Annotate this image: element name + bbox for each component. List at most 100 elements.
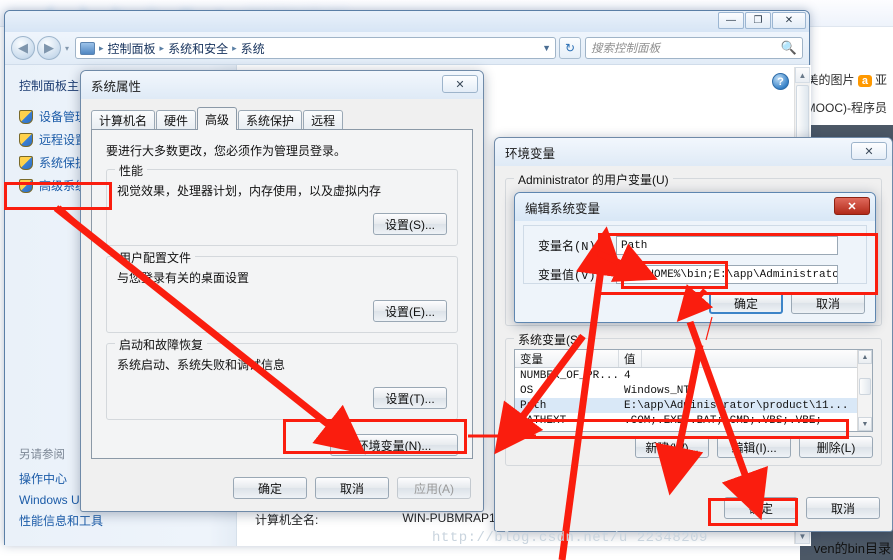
- admin-required-text: 要进行大多数更改，您必须作为管理员登录。: [106, 144, 347, 158]
- overlay-note: ven的bin目录: [813, 541, 891, 556]
- user-profiles-settings-button[interactable]: 设置(E)...: [373, 300, 447, 322]
- list-scrollbar[interactable]: ▲ ▼: [857, 350, 872, 431]
- search-input[interactable]: 搜索控制面板 🔍: [585, 37, 803, 59]
- tab-computer-name[interactable]: 计算机名: [91, 110, 156, 130]
- system-properties-footer: 确定 取消 应用(A): [233, 477, 471, 499]
- variable-name-input[interactable]: Path: [616, 236, 838, 255]
- breadcrumb-separator-icon: ▸: [99, 42, 104, 53]
- environment-variables-titlebar[interactable]: 环境变量 ✕: [495, 138, 892, 166]
- search-icon: 🔍: [780, 40, 797, 55]
- minimize-button[interactable]: —: [718, 12, 744, 29]
- maximize-button[interactable]: ❐: [745, 12, 771, 29]
- amazon-icon: a: [857, 75, 872, 87]
- startup-recovery-settings-button[interactable]: 设置(T)...: [373, 387, 447, 409]
- system-properties-dialog: 系统属性 ✕ 计算机名 硬件 高级 系统保护 远程 要进行大多数更改，您必须作为…: [80, 70, 484, 512]
- back-button[interactable]: ◀: [11, 36, 35, 60]
- new-variable-button[interactable]: 新建(W)...: [635, 436, 709, 458]
- advanced-tab-panel: 要进行大多数更改，您必须作为管理员登录。 性能 视觉效果，处理器计划，内存使用，…: [91, 129, 473, 459]
- system-properties-title: 系统属性: [91, 79, 142, 94]
- control-panel-navbar: ◀ ▶ ▾ ▸ 控制面板 ▸ 系统和安全 ▸ 系统 ▼ ↻ 搜索控制面板 🔍: [5, 32, 809, 65]
- row-variable-name: OS: [520, 384, 534, 397]
- refresh-button[interactable]: ↻: [559, 37, 581, 59]
- apply-button: 应用(A): [397, 477, 471, 499]
- startup-recovery-legend: 启动和故障恢复: [115, 336, 208, 353]
- help-icon[interactable]: ?: [772, 73, 789, 90]
- tab-system-protection[interactable]: 系统保护: [238, 110, 303, 130]
- edit-system-variable-title: 编辑系统变量: [525, 201, 601, 216]
- close-button[interactable]: ✕: [772, 12, 806, 29]
- watermark: http://blog.csdn.net/u 22348209: [432, 530, 708, 546]
- scroll-up-icon[interactable]: ▲: [858, 350, 872, 364]
- cancel-button[interactable]: 取消: [806, 497, 880, 519]
- edit-variable-panel: 变量名(N): Path 变量值(V): %M2_HOME%\bin;E:\ap…: [523, 225, 867, 284]
- variable-name-label: 变量名(N):: [538, 240, 603, 254]
- table-row[interactable]: NUMBER_OF_PR... 4: [515, 368, 872, 383]
- search-placeholder: 搜索控制面板: [591, 43, 660, 55]
- address-dropdown-icon[interactable]: ▼: [542, 43, 551, 53]
- edit-system-variable-dialog: 编辑系统变量 ✕ 变量名(N): Path 变量值(V): %M2_HOME%\…: [514, 192, 876, 323]
- edit-system-variable-footer: 确定 取消: [709, 292, 865, 314]
- browser-right-text-1: 美的图片 a亚: [806, 73, 887, 87]
- startup-recovery-button-row: 设置(T)...: [117, 387, 447, 409]
- variable-value-row: 变量值(V): %M2_HOME%\bin;E:\app\Administrat…: [538, 265, 866, 284]
- amazon-label: 亚: [874, 73, 887, 87]
- table-row[interactable]: OS Windows_NT: [515, 383, 872, 398]
- breadcrumb-separator-icon-2: ▸: [159, 42, 165, 53]
- performance-settings-button[interactable]: 设置(S)...: [373, 213, 447, 235]
- system-variables-list[interactable]: 变量 值 NUMBER_OF_PR... 4 OS Windows_NT Pat…: [514, 349, 873, 432]
- cancel-button[interactable]: 取消: [791, 292, 865, 314]
- scroll-up-icon[interactable]: ▲: [795, 67, 810, 83]
- address-bar[interactable]: ▸ 控制面板 ▸ 系统和安全 ▸ 系统 ▼: [75, 37, 556, 59]
- table-row-path-selected[interactable]: Path E:\app\Administrator\product\11...: [515, 398, 872, 413]
- system-properties-titlebar[interactable]: 系统属性 ✕: [81, 71, 483, 99]
- row-variable-value: .COM;.EXE;.BAT;.CMD;.VBS;.VBE;: [624, 414, 823, 427]
- environment-variables-button[interactable]: 环境变量(N)...: [330, 434, 458, 456]
- breadcrumb-control-panel[interactable]: 控制面板: [108, 40, 156, 57]
- tab-advanced[interactable]: 高级: [197, 107, 238, 130]
- forward-button[interactable]: ▶: [37, 36, 61, 60]
- shield-icon: [19, 178, 33, 193]
- row-variable-value: E:\app\Administrator\product\11...: [624, 399, 849, 412]
- table-row[interactable]: PATHEXT .COM;.EXE;.BAT;.CMD;.VBS;.VBE;: [515, 413, 872, 428]
- cancel-button[interactable]: 取消: [315, 477, 389, 499]
- user-profiles-legend: 用户配置文件: [115, 249, 196, 266]
- column-header-value[interactable]: 值: [619, 350, 642, 367]
- variable-value-input[interactable]: %M2_HOME%\bin;E:\app\Administrator\j: [616, 265, 838, 284]
- performance-description: 视觉效果，处理器计划，内存使用，以及虚拟内存: [117, 184, 382, 198]
- user-profiles-button-row: 设置(E)...: [117, 300, 447, 322]
- ok-button[interactable]: 确定: [233, 477, 307, 499]
- breadcrumb-system[interactable]: 系统: [241, 40, 265, 57]
- breadcrumb-separator-icon-3: ▸: [232, 42, 237, 53]
- sidebar-item-performance-info[interactable]: 性能信息和工具: [19, 511, 110, 532]
- performance-group: 性能 视觉效果，处理器计划，内存使用，以及虚拟内存 设置(S)...: [106, 162, 458, 246]
- user-variables-legend: Administrator 的用户变量(U): [514, 171, 673, 188]
- system-variables-group: 系统变量(S) 变量 值 NUMBER_OF_PR... 4 OS Window…: [505, 331, 882, 466]
- shield-icon: [19, 132, 33, 147]
- close-icon[interactable]: ✕: [851, 142, 887, 160]
- window-buttons: — ❐ ✕: [718, 12, 806, 29]
- recent-pages-dropdown-icon[interactable]: ▾: [61, 44, 73, 53]
- ok-button[interactable]: 确定: [709, 292, 783, 314]
- column-header-variable[interactable]: 变量: [515, 350, 619, 367]
- tab-remote[interactable]: 远程: [303, 110, 344, 130]
- tab-hardware[interactable]: 硬件: [156, 110, 197, 130]
- close-icon[interactable]: ✕: [442, 75, 478, 93]
- computer-icon: [80, 41, 95, 55]
- breadcrumb-system-security[interactable]: 系统和安全: [168, 40, 228, 57]
- close-icon[interactable]: ✕: [834, 197, 870, 215]
- edit-variable-button[interactable]: 编辑(I)...: [717, 436, 791, 458]
- scroll-thumb[interactable]: [859, 378, 871, 395]
- shield-icon: [19, 109, 33, 124]
- scroll-down-icon[interactable]: ▼: [858, 417, 872, 431]
- environment-variables-title: 环境变量: [505, 146, 556, 161]
- system-variables-header: 变量 值: [515, 350, 872, 368]
- edit-system-variable-content: 变量名(N): Path 变量值(V): %M2_HOME%\bin;E:\ap…: [515, 221, 875, 322]
- edit-system-variable-titlebar[interactable]: 编辑系统变量 ✕: [515, 193, 875, 221]
- row-variable-name: PATHEXT: [520, 414, 567, 427]
- control-panel-titlebar[interactable]: — ❐ ✕: [5, 11, 809, 32]
- user-profiles-description: 与您登录有关的桌面设置: [117, 271, 250, 285]
- delete-variable-button[interactable]: 删除(L): [799, 436, 873, 458]
- user-profiles-group: 用户配置文件 与您登录有关的桌面设置 设置(E)...: [106, 249, 458, 333]
- performance-legend: 性能: [115, 162, 148, 179]
- ok-button[interactable]: 确定: [724, 497, 798, 519]
